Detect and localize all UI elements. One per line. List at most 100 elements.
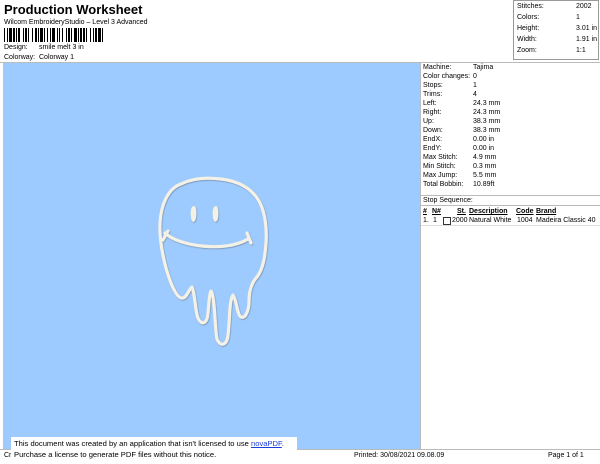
color-swatch bbox=[443, 217, 451, 225]
barcode-bar bbox=[9, 28, 12, 42]
design-label: Design: bbox=[4, 44, 28, 51]
detail-label: Max Jump: bbox=[423, 172, 458, 179]
barcode-bar bbox=[44, 28, 45, 42]
detail-label: Trims: bbox=[423, 91, 443, 98]
detail-value: 0 bbox=[473, 73, 477, 80]
design-value: smile melt 3 in bbox=[39, 44, 84, 51]
barcode-bar bbox=[74, 28, 77, 42]
barcode-bar bbox=[57, 28, 58, 42]
barcode-bar bbox=[38, 28, 39, 42]
barcode-bar bbox=[18, 28, 20, 42]
detail-value: 0.00 in bbox=[473, 136, 495, 143]
smile-melt-design bbox=[158, 176, 268, 346]
detail-value: 1 bbox=[473, 82, 477, 89]
barcode-bar bbox=[50, 28, 51, 42]
detail-value: Tajima bbox=[473, 64, 494, 71]
summary-label: Zoom: bbox=[517, 47, 537, 54]
detail-value: 24.3 mm bbox=[473, 100, 501, 107]
detail-value: 4.9 mm bbox=[473, 154, 497, 161]
col-header-description: Description bbox=[469, 208, 508, 215]
app-subtitle: Wilcom EmbroideryStudio – Level 3 Advanc… bbox=[4, 19, 148, 26]
details-panel: Machine: Tajima Color changes: 0 Stops: … bbox=[420, 63, 600, 449]
barcode-bar bbox=[28, 28, 29, 42]
barcode-bar bbox=[66, 28, 67, 42]
col-header-num: # bbox=[423, 208, 427, 215]
divider bbox=[421, 205, 600, 206]
barcode-bar bbox=[25, 28, 27, 42]
detail-label: EndX: bbox=[423, 136, 443, 143]
page-number: Page 1 of 1 bbox=[548, 452, 584, 459]
summary-label: Height: bbox=[517, 25, 540, 32]
barcode-bar bbox=[40, 28, 43, 42]
notice-line1-end: . bbox=[281, 439, 284, 448]
design-preview bbox=[3, 63, 420, 449]
summary-box: Stitches: 2002 Colors: 1 Height: 3.01 in… bbox=[513, 0, 599, 60]
barcode-bar bbox=[13, 28, 15, 42]
row-brand: Madeira Classic 40 bbox=[536, 217, 596, 224]
detail-value: 5.5 mm bbox=[473, 172, 497, 179]
barcode-bar bbox=[68, 28, 70, 42]
detail-label: Total Bobbin: bbox=[423, 181, 464, 188]
barcode-bar bbox=[95, 28, 97, 42]
barcode-bar bbox=[90, 28, 91, 42]
summary-value: 2002 bbox=[576, 3, 592, 10]
barcode-bar bbox=[4, 28, 5, 42]
barcode-bar bbox=[80, 28, 82, 42]
detail-value: 10.89ft bbox=[473, 181, 495, 188]
detail-label: Machine: bbox=[423, 64, 452, 71]
barcode-bar bbox=[98, 28, 101, 42]
barcode-bar bbox=[32, 28, 33, 42]
summary-label: Colors: bbox=[517, 14, 540, 21]
barcode bbox=[4, 28, 103, 42]
summary-label: Stitches: bbox=[517, 3, 544, 10]
col-header-code: Code bbox=[516, 208, 534, 215]
novapdf-link[interactable]: novaPDF bbox=[251, 439, 282, 448]
summary-value: 1 bbox=[576, 14, 580, 21]
row-description: Natural White bbox=[469, 217, 512, 224]
barcode-bar bbox=[93, 28, 94, 42]
detail-label: Down: bbox=[423, 127, 443, 134]
barcode-bar bbox=[86, 28, 87, 42]
worksheet-title: Production Worksheet bbox=[4, 2, 143, 17]
notice-line1: This document was created by an applicat… bbox=[14, 439, 251, 448]
barcode-bar bbox=[7, 28, 8, 42]
detail-label: Stops: bbox=[423, 82, 443, 89]
row-num: 1. bbox=[423, 217, 429, 224]
detail-value: 0.00 in bbox=[473, 145, 495, 152]
col-header-n: N# bbox=[432, 208, 441, 215]
row-code: 1004 bbox=[517, 217, 533, 224]
summary-value: 1.91 in bbox=[576, 36, 598, 43]
barcode-bar bbox=[83, 28, 85, 42]
barcode-bar bbox=[16, 28, 17, 42]
detail-label: EndY: bbox=[423, 145, 442, 152]
colorway-value: Colorway 1 bbox=[39, 54, 75, 61]
license-notice: This document was created by an applicat… bbox=[11, 437, 297, 464]
summary-value: 1:1 bbox=[576, 47, 586, 54]
barcode-bar bbox=[78, 28, 79, 42]
summary-value: 3.01 in bbox=[576, 25, 598, 32]
barcode-bar bbox=[23, 28, 24, 42]
divider bbox=[421, 195, 600, 196]
row-n: 1 bbox=[433, 217, 437, 224]
detail-label: Left: bbox=[423, 100, 437, 107]
detail-value: 0.3 mm bbox=[473, 163, 497, 170]
detail-label: Right: bbox=[423, 109, 442, 116]
detail-value: 38.3 mm bbox=[473, 118, 501, 125]
detail-label: Min Stitch: bbox=[423, 163, 456, 170]
detail-label: Up: bbox=[423, 118, 434, 125]
barcode-bar bbox=[62, 28, 63, 42]
colorway-label: Colorway: bbox=[4, 54, 36, 61]
col-header-brand: Brand bbox=[536, 208, 557, 215]
detail-value: 4 bbox=[473, 91, 477, 98]
detail-label: Color changes: bbox=[423, 73, 471, 80]
detail-value: 24.3 mm bbox=[473, 109, 501, 116]
row-st: 2000 bbox=[452, 217, 468, 224]
detail-label: Max Stitch: bbox=[423, 154, 458, 161]
stop-sequence-title: Stop Sequence: bbox=[423, 197, 473, 204]
col-header-st: St. bbox=[457, 208, 466, 215]
barcode-bar bbox=[102, 28, 103, 42]
barcode-bar bbox=[35, 28, 37, 42]
detail-value: 38.3 mm bbox=[473, 127, 501, 134]
notice-line2: Purchase a license to generate PDF files… bbox=[14, 450, 217, 459]
barcode-bar bbox=[59, 28, 60, 42]
